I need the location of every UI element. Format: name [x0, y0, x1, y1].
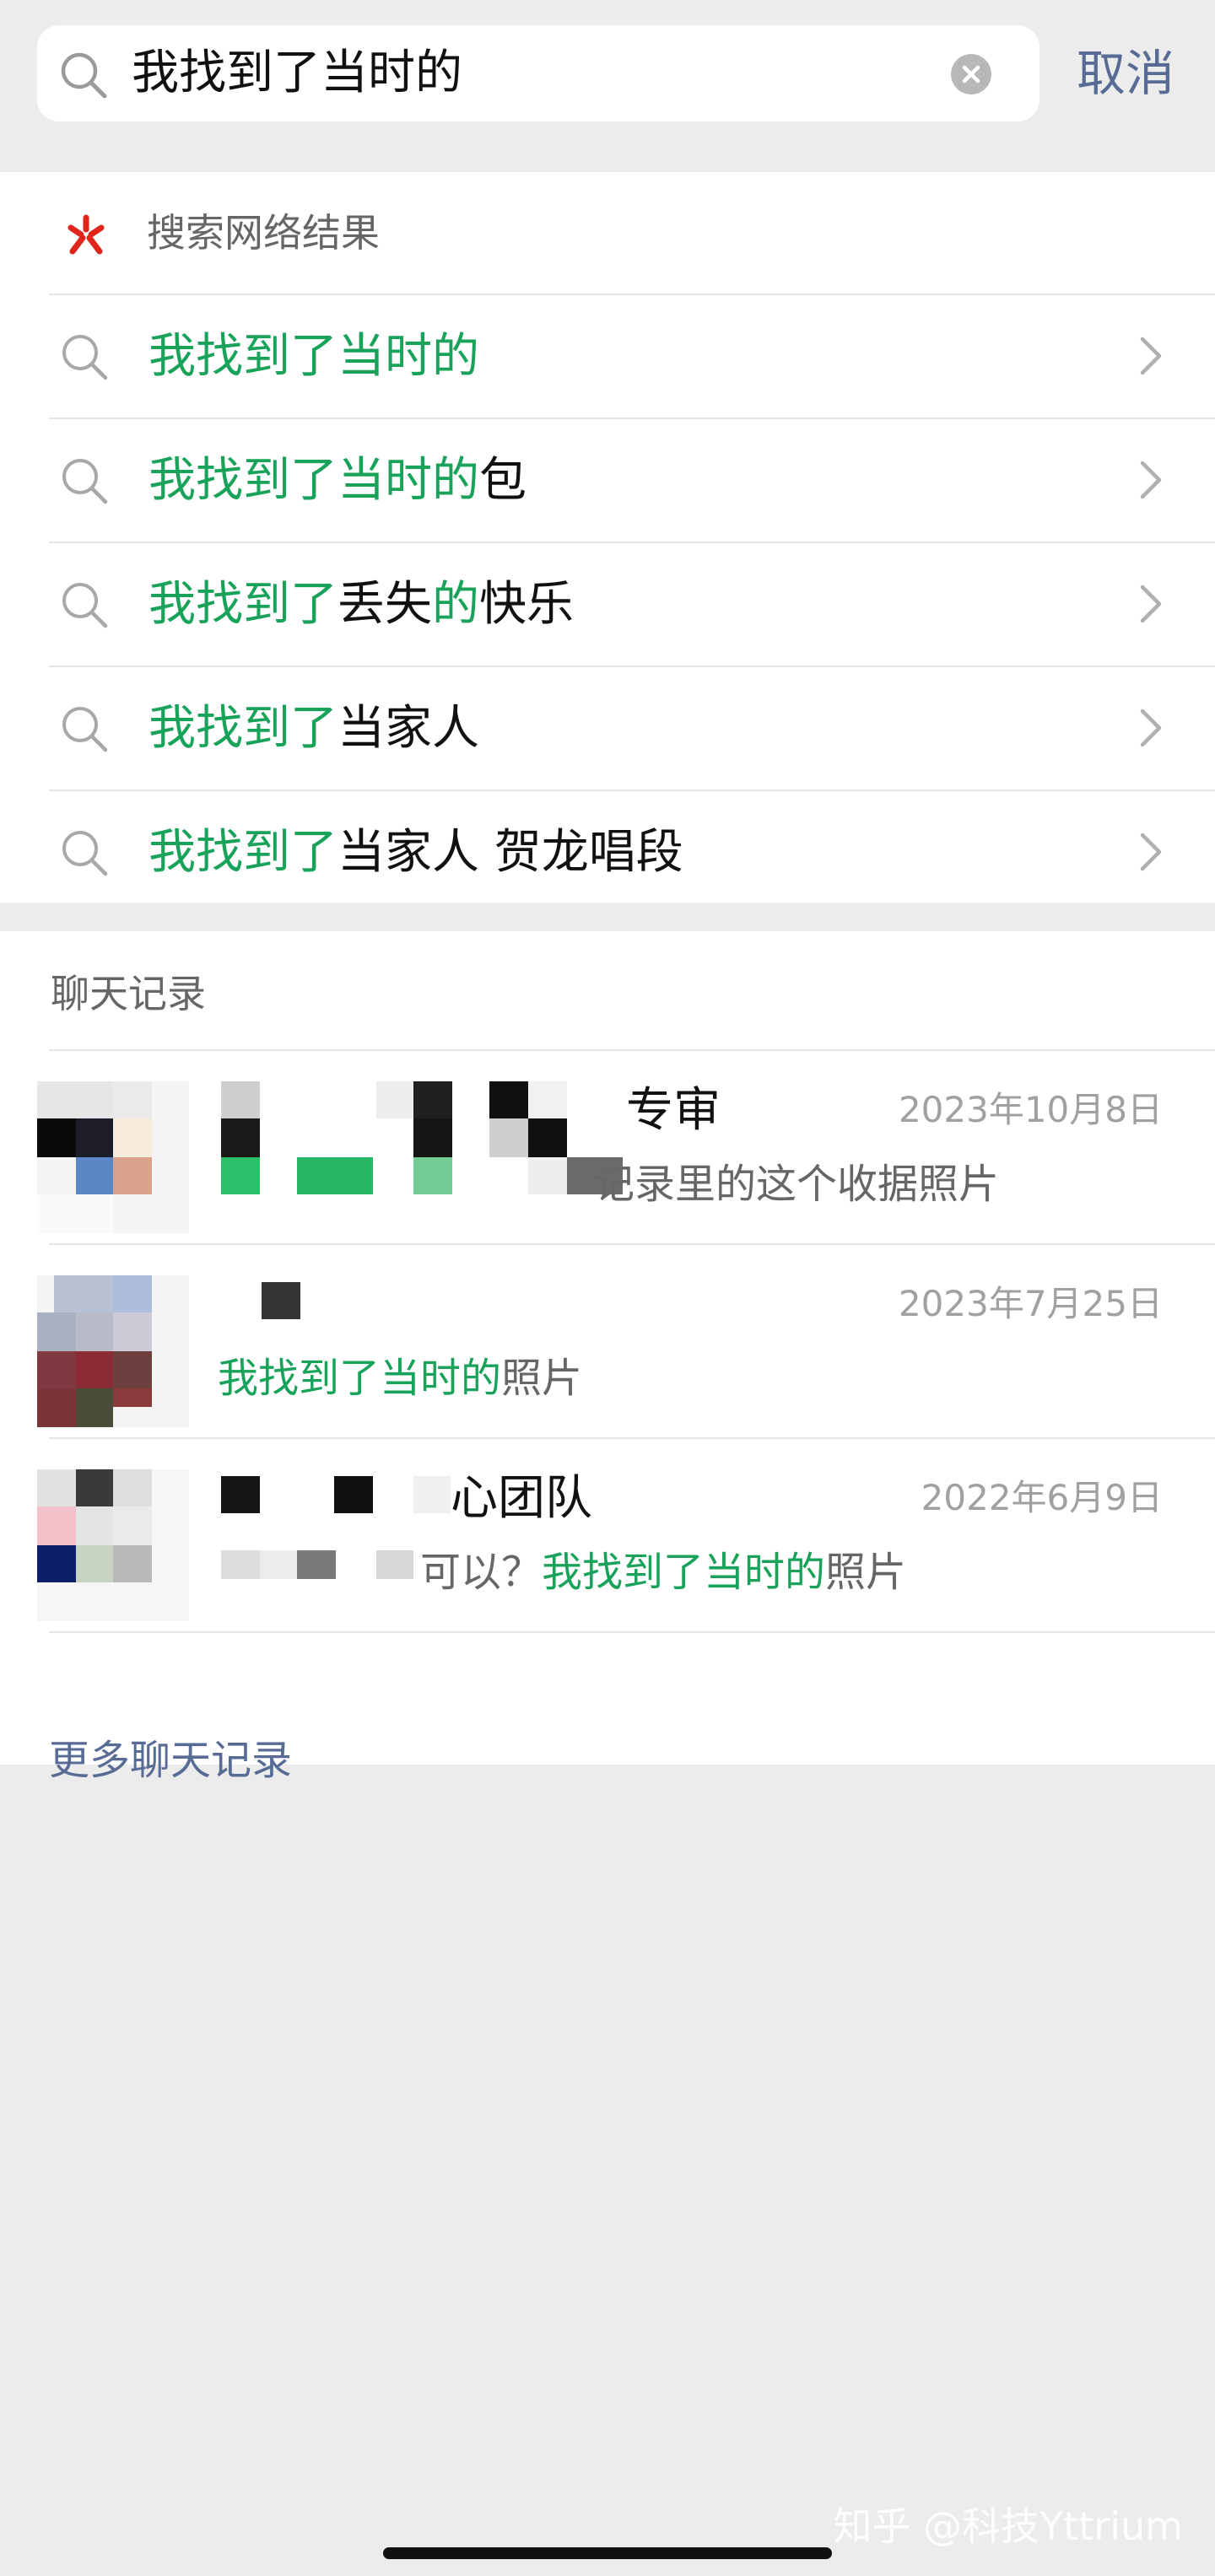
- divider: [49, 1631, 1215, 1633]
- chat-records-section: 聊天记录 专审 2023年10月8日 记录里的这个收据照片 2023年7月25日…: [0, 931, 1215, 1784]
- chevron-right-icon: [1140, 461, 1162, 499]
- suggestion-text: 我找到了当时的: [148, 329, 479, 384]
- chat-record-item[interactable]: 2023年7月25日 我找到了当时的照片: [0, 1245, 1215, 1439]
- suggestion-text: 我找到了当家人 贺龙唱段: [148, 825, 683, 880]
- search-icon: [62, 335, 108, 380]
- chevron-right-icon: [1140, 585, 1162, 623]
- search-box[interactable]: [37, 25, 1040, 121]
- web-results-section: 搜索网络结果 我找到了当时的 我找到了当时的包 我找到了丢失的快乐 我找到了当家…: [0, 172, 1215, 903]
- chevron-right-icon: [1140, 709, 1162, 747]
- search-icon: [62, 459, 108, 504]
- web-results-title: 搜索网络结果: [147, 210, 380, 256]
- search-icon: [62, 707, 108, 752]
- search-icon: [61, 52, 107, 99]
- suggestion-text: 我找到了当家人: [148, 701, 479, 756]
- suggestion-item[interactable]: 我找到了当时的: [49, 295, 1215, 419]
- chat-message-snippet: 可以？我找到了当时的照片: [420, 1549, 907, 1596]
- suggestion-item[interactable]: 我找到了丢失的快乐: [49, 543, 1215, 667]
- suggestion-text: 我找到了当时的包: [148, 453, 526, 508]
- chat-date: 2023年7月25日: [898, 1283, 1163, 1324]
- search-icon: [62, 583, 108, 628]
- blurred-contact-name: [262, 1282, 300, 1319]
- search-icon: [62, 831, 108, 876]
- chat-record-item[interactable]: 心团队 2022年6月9日 可以？我找到了当时的照片: [0, 1439, 1215, 1633]
- chat-records-title: 聊天记录: [51, 971, 206, 1016]
- home-indicator[interactable]: [383, 2547, 832, 2559]
- search-input[interactable]: [132, 25, 891, 121]
- suggestion-list: 我找到了当时的 我找到了当时的包 我找到了丢失的快乐 我找到了当家人 我找到了当…: [0, 295, 1215, 913]
- chevron-right-icon: [1140, 833, 1162, 871]
- avatar: [37, 1081, 189, 1233]
- chat-date: 2023年10月8日: [898, 1089, 1163, 1130]
- watermark: 知乎 @科技Yttrium: [833, 2503, 1183, 2549]
- chat-records-header: 聊天记录: [49, 931, 1215, 1051]
- suggestion-item[interactable]: 我找到了当家人: [49, 667, 1215, 791]
- web-results-header[interactable]: 搜索网络结果: [49, 172, 1215, 295]
- chat-message-snippet: 我找到了当时的照片: [218, 1355, 583, 1402]
- chat-record-item[interactable]: 专审 2023年10月8日 记录里的这个收据照片: [0, 1051, 1215, 1245]
- suggestion-item[interactable]: 我找到了当家人 贺龙唱段: [49, 791, 1215, 913]
- blurred-contact-name: [221, 1081, 626, 1194]
- search-bar: 取消: [0, 0, 1215, 172]
- chat-name: 专审: [626, 1083, 721, 1138]
- chevron-right-icon: [1140, 337, 1162, 375]
- chat-message-snippet: 记录里的这个收据照片: [594, 1161, 1000, 1208]
- suggestion-text: 我找到了丢失的快乐: [148, 577, 574, 632]
- more-chat-records-link[interactable]: 更多聊天记录: [49, 1706, 292, 1815]
- avatar: [37, 1469, 189, 1621]
- search-web-logo-icon: [68, 214, 105, 255]
- clear-icon[interactable]: [950, 53, 992, 95]
- avatar: [37, 1275, 189, 1427]
- chat-name: 心团队: [451, 1471, 592, 1526]
- chat-date: 2022年6月9日: [921, 1477, 1163, 1518]
- cancel-button[interactable]: 取消: [1077, 25, 1174, 121]
- suggestion-item[interactable]: 我找到了当时的包: [49, 419, 1215, 543]
